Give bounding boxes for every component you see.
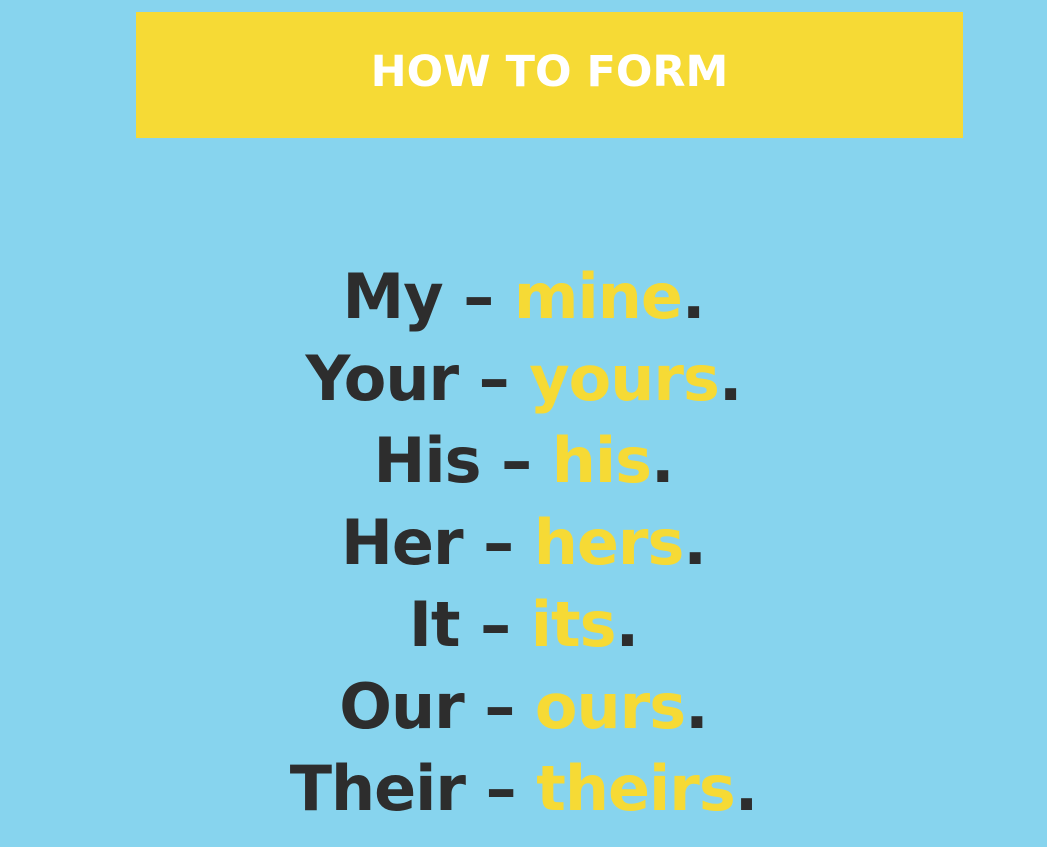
row-term: Her bbox=[341, 506, 464, 579]
row-period: . bbox=[650, 424, 675, 497]
row-term: Your bbox=[305, 342, 460, 415]
pronoun-row: Her – hers. bbox=[341, 502, 707, 584]
row-answer: mine bbox=[513, 260, 683, 333]
row-answer: its bbox=[530, 588, 617, 661]
pronoun-row: It – its. bbox=[408, 584, 640, 666]
possessive-pronoun-list: My – mine. Your – yours. His – his. Her … bbox=[0, 256, 1047, 830]
pronoun-row: Your – yours. bbox=[305, 338, 743, 420]
pronoun-row: His – his. bbox=[373, 420, 675, 502]
row-answer: ours bbox=[534, 670, 686, 743]
row-answer: hers bbox=[533, 506, 685, 579]
row-term: Their bbox=[289, 752, 466, 825]
row-period: . bbox=[718, 342, 743, 415]
row-term: Our bbox=[339, 670, 464, 743]
row-period: . bbox=[734, 752, 759, 825]
row-term: My bbox=[342, 260, 444, 333]
row-dash: – bbox=[485, 752, 517, 825]
row-dash: – bbox=[483, 506, 514, 579]
row-dash: – bbox=[484, 670, 515, 743]
row-term: It bbox=[408, 588, 461, 661]
row-dash: – bbox=[463, 260, 494, 333]
row-term: His bbox=[373, 424, 481, 497]
row-period: . bbox=[685, 670, 709, 743]
row-dash: – bbox=[480, 588, 511, 661]
row-period: . bbox=[615, 588, 640, 661]
pronoun-row: My – mine. bbox=[342, 256, 706, 338]
title-banner: HOW TO FORM bbox=[136, 12, 963, 138]
row-dash: – bbox=[501, 424, 532, 497]
row-answer: theirs bbox=[536, 752, 736, 825]
row-period: . bbox=[681, 260, 706, 333]
row-answer: his bbox=[551, 424, 652, 497]
row-period: . bbox=[683, 506, 707, 579]
row-dash: – bbox=[478, 342, 510, 415]
banner-title: HOW TO FORM bbox=[370, 46, 729, 97]
pronoun-row: Their – theirs. bbox=[289, 748, 759, 830]
row-answer: yours bbox=[529, 342, 720, 415]
pronoun-row: Our – ours. bbox=[339, 666, 709, 748]
